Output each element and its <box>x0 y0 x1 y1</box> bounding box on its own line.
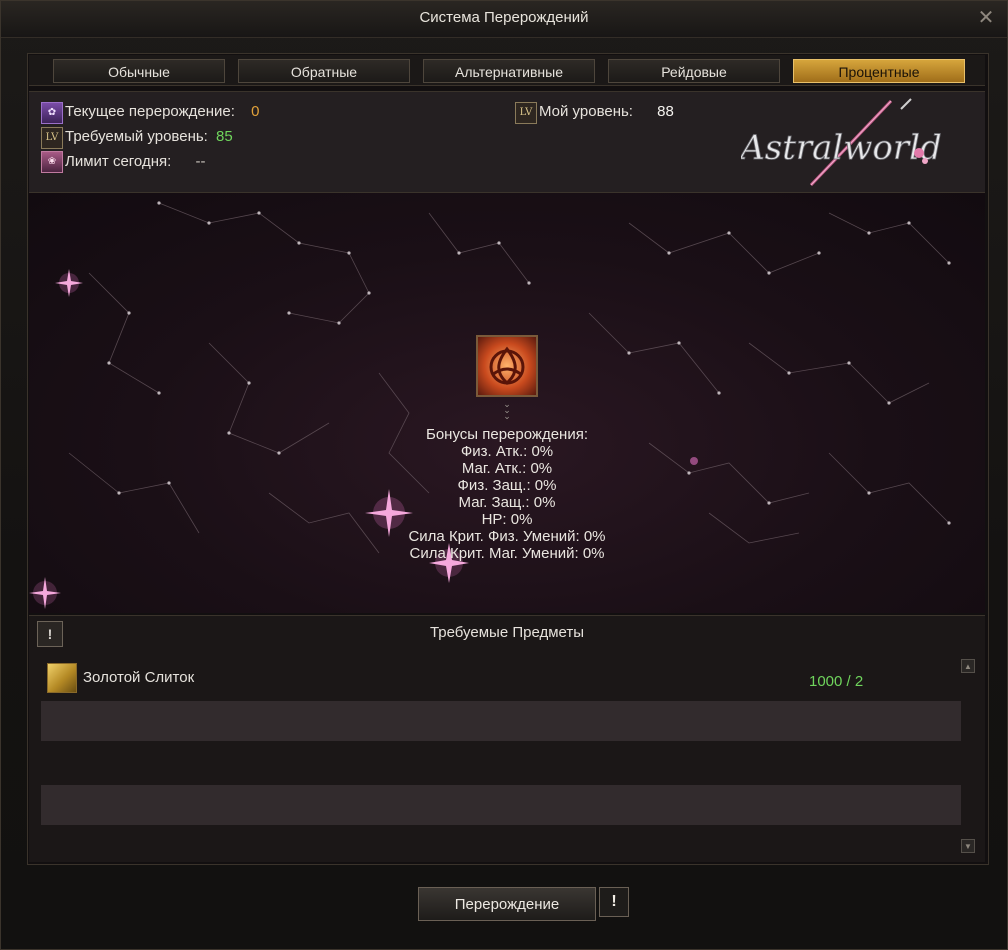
required-level-row: Требуемый уровень: 85 <box>65 128 233 145</box>
tab-alternative[interactable]: Альтернативные <box>423 59 595 83</box>
item-count: 1000 / 2 <box>809 673 864 690</box>
scroll-up-button[interactable]: ▲ <box>961 659 975 673</box>
my-level-value: 88 <box>657 103 674 120</box>
bonus-line-phys-def: Физ. Защ.: 0% <box>457 477 557 494</box>
list-item[interactable]: Золотой Слиток 1000 / 2 <box>41 659 961 699</box>
required-items-title: Требуемые Предметы <box>429 624 585 641</box>
daily-limit-label: Лимит сегодня: <box>65 153 172 170</box>
current-reborn-label: Текущее перерождение: <box>65 103 235 120</box>
tab-reverse[interactable]: Обратные <box>238 59 410 83</box>
current-reborn-row: Текущее перерождение: 0 <box>65 103 259 120</box>
bonus-line-mag-def: Маг. Защ.: 0% <box>458 494 556 511</box>
gold-bar-icon[interactable] <box>47 663 77 693</box>
empty-item-slot <box>41 701 961 741</box>
reborn-flower-icon: ✿ <box>41 102 63 124</box>
tab-percent[interactable]: Процентные <box>793 59 965 83</box>
bonus-line-mag-atk: Маг. Атк.: 0% <box>461 460 553 477</box>
tab-regular[interactable]: Обычные <box>53 59 225 83</box>
item-name: Золотой Слиток <box>83 669 195 686</box>
daily-limit-row: Лимит сегодня: -- <box>65 153 205 170</box>
window-title: Система Перерождений <box>419 9 589 26</box>
my-level-icon: LV <box>515 102 537 124</box>
bonus-line-hp: HP: 0% <box>481 511 533 528</box>
reborn-emblem-icon[interactable] <box>476 335 538 397</box>
empty-item-slot <box>41 785 961 825</box>
bonus-line-crit-phys: Сила Крит. Физ. Умений: 0% <box>408 528 606 545</box>
title-bar[interactable]: Система Перерождений ✕ <box>1 1 1007 38</box>
reborn-window: Система Перерождений ✕ Обычные Обратные … <box>0 0 1008 950</box>
reborn-warning-button[interactable]: ! <box>599 887 629 917</box>
reborn-button[interactable]: Перерождение <box>418 887 596 921</box>
daily-limit-icon: ❀ <box>41 151 63 173</box>
current-reborn-value: 0 <box>251 103 260 120</box>
bonuses-title: Бонусы перерождения: <box>426 426 588 443</box>
required-level-value: 85 <box>216 128 233 145</box>
logo-text: Astralworld <box>741 128 941 168</box>
chevron-down-icon: ⌄ ⌄ ⌄ <box>503 399 511 421</box>
scroll-down-button[interactable]: ▼ <box>961 839 975 853</box>
my-level-row: Мой уровень: 88 <box>539 103 674 120</box>
astralworld-logo: Astralworld <box>741 98 941 187</box>
my-level-label: Мой уровень: <box>539 103 633 120</box>
level-icon: LV <box>41 127 63 149</box>
bonus-line-crit-mag: Сила Крит. Маг. Умений: 0% <box>409 545 605 562</box>
close-icon[interactable]: ✕ <box>975 7 997 29</box>
tab-raid[interactable]: Рейдовые <box>608 59 780 83</box>
tabs-bar: Обычные Обратные Альтернативные Рейдовые… <box>29 55 985 86</box>
reborn-bonuses: Бонусы перерождения: Физ. Атк.: 0% Маг. … <box>357 426 657 562</box>
daily-limit-value: -- <box>195 153 206 170</box>
required-level-label: Требуемый уровень: <box>65 128 208 145</box>
bonus-line-phys-atk: Физ. Атк.: 0% <box>460 443 554 460</box>
